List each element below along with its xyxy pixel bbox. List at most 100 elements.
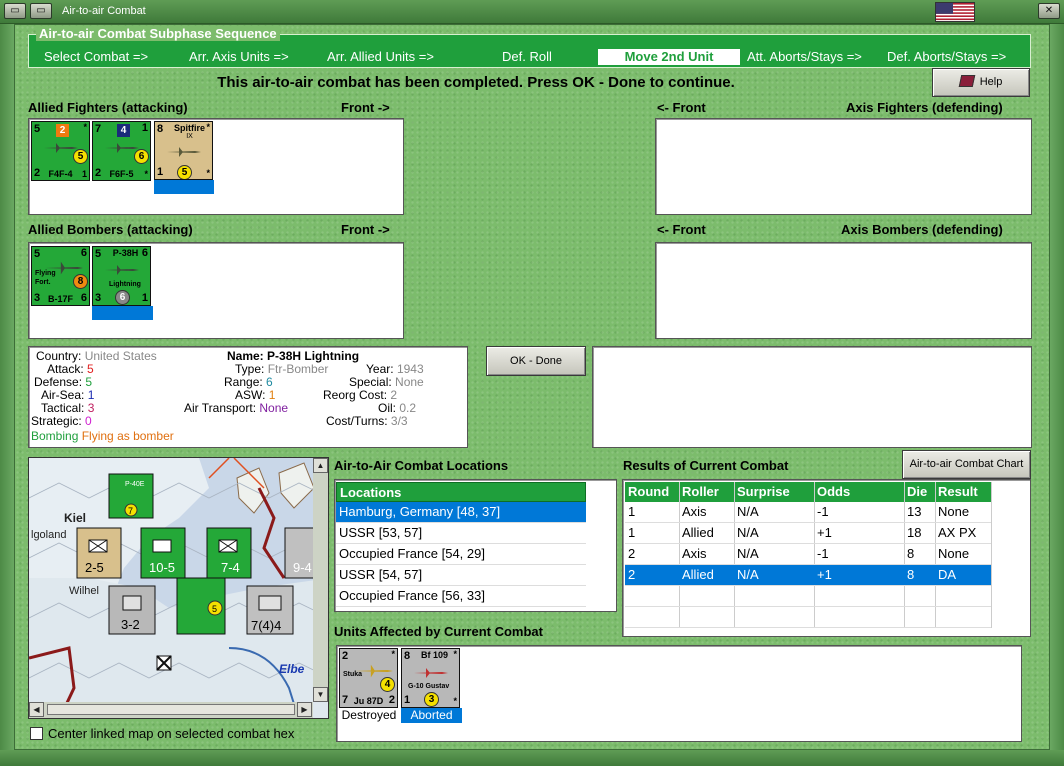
svg-text:2-5: 2-5 (85, 560, 104, 575)
ok-done-button[interactable]: OK - Done (486, 346, 586, 376)
affected-title: Units Affected by Current Combat (334, 624, 543, 639)
allied-fighters-label: Allied Fighters (attacking) (28, 100, 188, 115)
status-message: This air-to-air combat has been complete… (217, 74, 735, 91)
tactical-value: 3 (87, 401, 95, 415)
axis-fighters-box[interactable] (655, 118, 1032, 215)
axis-bombers-label: Axis Bombers (defending) (841, 222, 1003, 237)
close-button[interactable]: ✕ (1038, 3, 1060, 19)
scroll-down-button[interactable]: ▼ (313, 687, 328, 702)
year-value: 1943 (396, 362, 424, 376)
location-row[interactable]: USSR [54, 57] (336, 565, 586, 586)
counter-ju-87d[interactable]: 2 * Stuka 4 7 Ju 87D 2 (339, 648, 398, 708)
special-label: Special: (349, 375, 392, 389)
svg-text:7: 7 (128, 506, 133, 516)
help-button[interactable]: Help (932, 68, 1030, 97)
counter-name: Bf 109 (420, 650, 448, 660)
location-row[interactable]: Occupied France [54, 29] (336, 544, 586, 565)
svg-text:5: 5 (212, 604, 217, 614)
scroll-up-button[interactable]: ▲ (313, 458, 328, 473)
col-roller: Roller (682, 484, 719, 499)
type-value: Ftr-Bomber (267, 362, 329, 376)
subphase-title: Air-to-air Combat Subphase Sequence (36, 26, 280, 41)
oil-value: 0.2 (399, 401, 417, 415)
map-unit-armor: 10-5 (140, 527, 186, 579)
window-frame-right (1050, 24, 1064, 766)
axis-bombers-box[interactable] (655, 242, 1032, 339)
svg-text:10-5: 10-5 (149, 560, 175, 575)
name-value: P-38H Lightning (267, 349, 360, 363)
asw-label: ASW: (235, 388, 266, 402)
counter-b-17f[interactable]: 5 6 Flying Fort. 8 3 B-17F 6 (31, 246, 90, 306)
step-arr-axis-units: Arr. Axis Units => (189, 49, 289, 64)
counter-bf-109[interactable]: 8 Bf 109 * G-10 Gustav 3 1 * (401, 648, 460, 708)
step-att-aborts-stays: Att. Aborts/Stays => (747, 49, 862, 64)
allied-bombers-label: Allied Bombers (attacking) (28, 222, 193, 237)
defense-label: Defense: (34, 375, 83, 389)
asw-value: 1 (268, 388, 276, 402)
location-row[interactable]: USSR [53, 57] (336, 523, 586, 544)
location-row[interactable]: Hamburg, Germany [48, 37] (336, 502, 586, 523)
linked-map[interactable]: Kiel lgoland Wilhel Elbe P-40E 7 2-5 10-… (28, 457, 329, 719)
reorg-label: Reorg Cost: (323, 388, 388, 402)
year-label: Year: (366, 362, 394, 376)
location-row[interactable]: Occupied France [56, 33] (336, 586, 586, 607)
title-bar: ▭ ▭ Air-to-air Combat ✕ (0, 0, 1064, 24)
axis-fighters-label: Axis Fighters (defending) (846, 100, 1003, 115)
defense-value: 5 (85, 375, 93, 389)
result-row[interactable]: 2 Allied N/A +1 8 DA (625, 565, 991, 586)
map-vertical-scrollbar[interactable]: ▲ ▼ (313, 458, 328, 702)
step-arr-allied-units: Arr. Allied Units => (327, 49, 434, 64)
counter-name: F6F-5 (109, 169, 134, 179)
selected-unit-bar (154, 180, 214, 194)
message-box (592, 346, 1032, 448)
type-label: Type: (235, 362, 265, 376)
oil-label: Oil: (378, 401, 396, 415)
counter-name: Spitfire (173, 123, 205, 133)
svg-text:3-2: 3-2 (121, 617, 140, 632)
counter-f6f-5[interactable]: 7 4 1 6 2 F6F-5 * (92, 121, 151, 181)
scroll-thumb[interactable] (47, 704, 295, 715)
svg-text:7(4)4: 7(4)4 (251, 618, 281, 633)
cost-label: Cost/Turns: (326, 414, 388, 428)
attack-value: 5 (87, 362, 94, 376)
col-round: Round (628, 484, 670, 499)
map-horizontal-scrollbar[interactable]: ◀ ▶ (29, 702, 313, 718)
selected-unit-bar-2 (92, 306, 153, 320)
result-row-empty (625, 586, 991, 607)
map-canvas: Kiel lgoland Wilhel Elbe P-40E 7 2-5 10-… (29, 458, 328, 718)
scroll-left-button[interactable]: ◀ (29, 702, 44, 717)
air-to-air-chart-button[interactable]: Air-to-air Combat Chart (902, 450, 1031, 479)
name-label: Name: (227, 349, 264, 363)
col-result: Result (938, 484, 978, 499)
map-unit-f4f: 5 (176, 577, 226, 635)
air-sea-label: Air-Sea: (41, 388, 85, 402)
result-row[interactable]: 1 Allied N/A +1 18 AX PX (625, 523, 991, 544)
us-flag-icon (935, 2, 975, 22)
result-row-empty (625, 607, 991, 628)
counter-spitfire[interactable]: 8 Spitfire IX * 5 1 * (154, 121, 213, 180)
step-def-roll: Def. Roll (502, 49, 552, 64)
counter-p-38h[interactable]: 5 P-38H 6 Lightning 6 3 1 (92, 246, 151, 306)
reorg-value: 2 (390, 388, 398, 402)
system-menu-button[interactable]: ▭ (4, 3, 26, 19)
counter-f4f-4[interactable]: 5 2 * 5 2 F4F-4 1 (31, 121, 90, 181)
result-row[interactable]: 1 Axis N/A -1 13 None (625, 502, 991, 523)
col-surprise: Surprise (737, 484, 790, 499)
tactical-label: Tactical: (41, 401, 85, 415)
strategic-value: 0 (85, 414, 92, 428)
plane-icon (105, 265, 139, 275)
result-row[interactable]: 2 Axis N/A -1 8 None (625, 544, 991, 565)
map-label-helgoland: lgoland (31, 529, 66, 541)
locations-title: Air-to-Air Combat Locations (334, 458, 509, 473)
map-unit-infantry: 2-5 (76, 527, 122, 579)
restore-button[interactable]: ▭ (30, 3, 52, 19)
scroll-right-button[interactable]: ▶ (297, 702, 312, 717)
special-value: None (395, 375, 424, 389)
air-sea-value: 1 (87, 388, 95, 402)
center-map-checkbox[interactable] (30, 727, 43, 740)
map-label-wilhel: Wilhel (69, 585, 99, 597)
flying-as-label: Flying as bomber (81, 429, 174, 443)
range-label: Range: (224, 375, 263, 389)
cost-value: 3/3 (390, 414, 408, 428)
col-die: Die (907, 484, 928, 499)
